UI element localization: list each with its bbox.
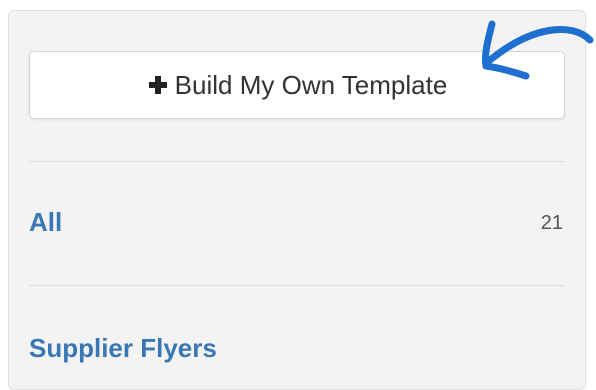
category-all-link[interactable]: All: [29, 207, 62, 238]
divider: [29, 285, 565, 286]
build-button-label: Build My Own Template: [174, 69, 448, 100]
divider: [29, 161, 565, 162]
category-supplier-flyers-link[interactable]: Supplier Flyers: [29, 333, 217, 364]
build-my-own-template-button[interactable]: Build My Own Template: [29, 51, 565, 119]
category-all-count: 21: [540, 212, 563, 234]
template-sidebar-panel: Build My Own Template All 21 Supplier Fl…: [8, 10, 586, 390]
plus-icon: [147, 74, 169, 96]
